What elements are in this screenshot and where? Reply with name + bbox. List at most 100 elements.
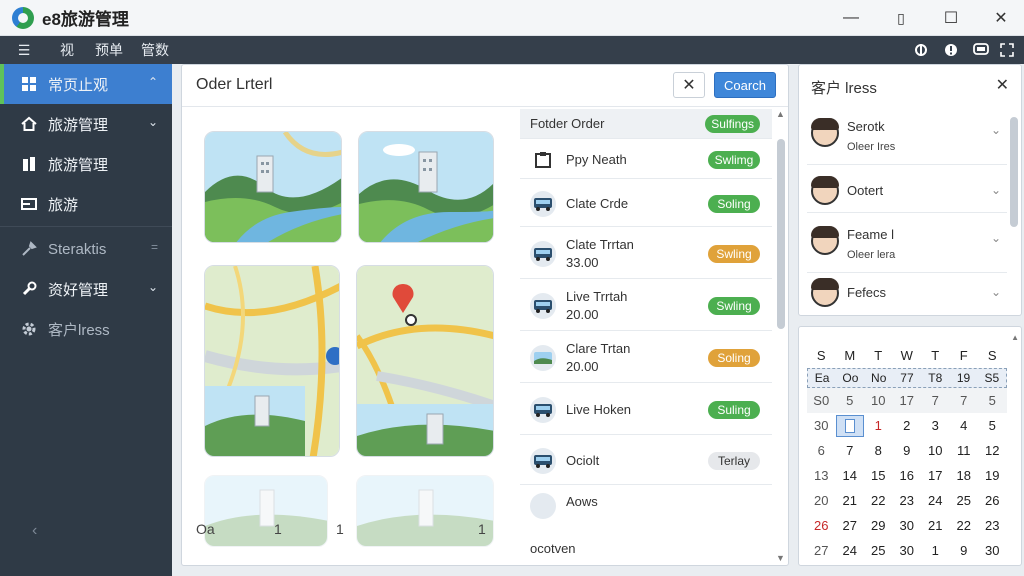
calendar-day[interactable]: 7	[921, 393, 950, 408]
calendar-day[interactable]: 7	[836, 443, 865, 458]
list-item[interactable]: Live Trrtah 20.00 Swling	[520, 281, 772, 331]
calendar-day[interactable]: 10	[921, 443, 950, 458]
list-item[interactable]: Ociolt Terlay	[520, 437, 772, 485]
calendar-day[interactable]: 5	[978, 393, 1007, 408]
pager-page-1[interactable]: 1	[274, 521, 282, 537]
destination-thumbnail[interactable]	[204, 475, 328, 547]
chevron-down-icon[interactable]: ⌄	[991, 123, 1001, 137]
calendar-day[interactable]: 30	[807, 418, 836, 433]
calendar-day[interactable]: 25	[864, 543, 893, 558]
calendar-day[interactable]: 30	[978, 543, 1007, 558]
scrollbar-thumb[interactable]	[1010, 117, 1018, 227]
calendar-day[interactable]: 27	[807, 543, 836, 558]
scroll-down-icon[interactable]: ▼	[776, 553, 785, 563]
calendar-day[interactable]: 5	[978, 418, 1007, 433]
calendar-day[interactable]: 8	[864, 443, 893, 458]
calendar-day[interactable]: 17	[921, 468, 950, 483]
calendar-day[interactable]: Oo	[836, 371, 864, 385]
list-item[interactable]: Live Hoken Suling	[520, 385, 772, 435]
close-icon[interactable]: ✕	[996, 75, 1009, 95]
calendar-day[interactable]: 30	[893, 543, 922, 558]
calendar-day[interactable]: 3	[921, 418, 950, 433]
pager-page-3[interactable]: 1	[478, 521, 486, 537]
pin-icon[interactable]	[910, 36, 932, 64]
expand-icon[interactable]	[996, 36, 1018, 64]
calendar-day[interactable]: Ea	[808, 371, 836, 385]
calendar-day[interactable]: 10	[864, 393, 893, 408]
calendar-day[interactable]: 14	[836, 468, 865, 483]
search-button[interactable]: Coarch	[714, 72, 776, 98]
toolbar-manage[interactable]: 管数	[132, 36, 178, 64]
calendar-day[interactable]: 19	[949, 371, 977, 385]
sidebar-item-statistics[interactable]: Steraktis =	[0, 229, 172, 269]
calendar-day[interactable]: 21	[921, 518, 950, 533]
calendar-day[interactable]: 26	[978, 493, 1007, 508]
list-item[interactable]: Aows	[520, 487, 772, 531]
calendar-day[interactable]: No	[865, 371, 893, 385]
calendar-day[interactable]: S0	[807, 393, 836, 408]
sidebar-item-travel-management[interactable]: 旅游管理 ⌄	[0, 104, 172, 144]
list-item[interactable]: Ppy Neath Swlimg	[520, 141, 772, 179]
calendar-day[interactable]: T8	[921, 371, 949, 385]
calendar-day[interactable]: 16	[893, 468, 922, 483]
customer-item[interactable]: Ootert ⌄	[807, 169, 1007, 213]
calendar-day[interactable]: 26	[807, 518, 836, 533]
calendar-day[interactable]: 21	[836, 493, 865, 508]
calendar-day[interactable]: 77	[893, 371, 921, 385]
calendar-day[interactable]: 7	[950, 393, 979, 408]
chevron-down-icon[interactable]: ⌄	[991, 231, 1001, 245]
list-item[interactable]: Clare Trtan 20.00 Soling	[520, 333, 772, 383]
calendar-day[interactable]: 17	[893, 393, 922, 408]
chat-icon[interactable]	[970, 36, 992, 64]
calendar-day-selected[interactable]	[835, 414, 864, 437]
customer-item[interactable]: Feame l Oleer lera ⌄	[807, 217, 1007, 273]
customer-item[interactable]: Fefecs ⌄	[807, 275, 1007, 313]
scroll-up-icon[interactable]: ▲	[776, 109, 785, 119]
calendar-day[interactable]: 29	[864, 518, 893, 533]
alert-icon[interactable]	[940, 36, 962, 64]
sidebar-item-customers[interactable]: 客户lress	[0, 309, 172, 349]
calendar-day[interactable]: 19	[978, 468, 1007, 483]
calendar-day[interactable]: 18	[950, 468, 979, 483]
calendar-day[interactable]: 9	[950, 543, 979, 558]
calendar-day[interactable]: 30	[893, 518, 922, 533]
chevron-down-icon[interactable]: ⌄	[991, 183, 1001, 197]
destination-thumbnail[interactable]	[358, 131, 494, 243]
calendar-day[interactable]: 22	[950, 518, 979, 533]
calendar-day[interactable]: 15	[864, 468, 893, 483]
calendar-day[interactable]: 25	[950, 493, 979, 508]
calendar-highlight-row[interactable]: Ea Oo No 77 T8 19 S5	[807, 368, 1007, 388]
list-item[interactable]: Clate Crde Soling	[520, 181, 772, 227]
calendar-day[interactable]: 24	[921, 493, 950, 508]
restore-icon[interactable]: ▯	[876, 0, 926, 36]
calendar-day[interactable]: 23	[893, 493, 922, 508]
calendar-day[interactable]: 4	[950, 418, 979, 433]
calendar-day[interactable]: 11	[950, 443, 979, 458]
pager-page-2[interactable]: 1	[336, 521, 344, 537]
calendar-day[interactable]: 6	[807, 443, 836, 458]
map-thumbnail[interactable]	[356, 265, 494, 457]
sidebar-item-travel-management-2[interactable]: 旅游管理	[0, 144, 172, 184]
map-thumbnail[interactable]	[204, 265, 340, 457]
calendar-day[interactable]: 12	[978, 443, 1007, 458]
destination-thumbnail[interactable]	[204, 131, 342, 243]
collapse-sidebar-icon[interactable]: ‹	[32, 522, 37, 540]
customer-item[interactable]: Serotk Oleer Ires ⌄	[807, 109, 1007, 165]
calendar-day[interactable]: 22	[864, 493, 893, 508]
sidebar-item-travel[interactable]: 旅游	[0, 184, 172, 224]
calendar-day[interactable]: 2	[893, 418, 922, 433]
scroll-up-icon[interactable]: ▲	[1011, 333, 1019, 342]
calendar-day[interactable]: 20	[807, 493, 836, 508]
scrollbar-thumb[interactable]	[777, 139, 785, 329]
calendar-day[interactable]: 27	[836, 518, 865, 533]
order-list-scrollbar[interactable]: ▲ ▼	[774, 109, 788, 565]
calendar-day[interactable]: 9	[893, 443, 922, 458]
maximize-button[interactable]: ☐	[926, 0, 976, 36]
calendar-day[interactable]: 13	[807, 468, 836, 483]
minimize-button[interactable]: —	[826, 0, 876, 36]
close-window-button[interactable]: ✕	[976, 0, 1024, 36]
calendar-day[interactable]: 5	[836, 393, 865, 408]
list-item[interactable]: ocotven	[520, 537, 772, 561]
customer-scrollbar[interactable]	[1009, 109, 1019, 309]
calendar-day[interactable]: 1	[921, 543, 950, 558]
